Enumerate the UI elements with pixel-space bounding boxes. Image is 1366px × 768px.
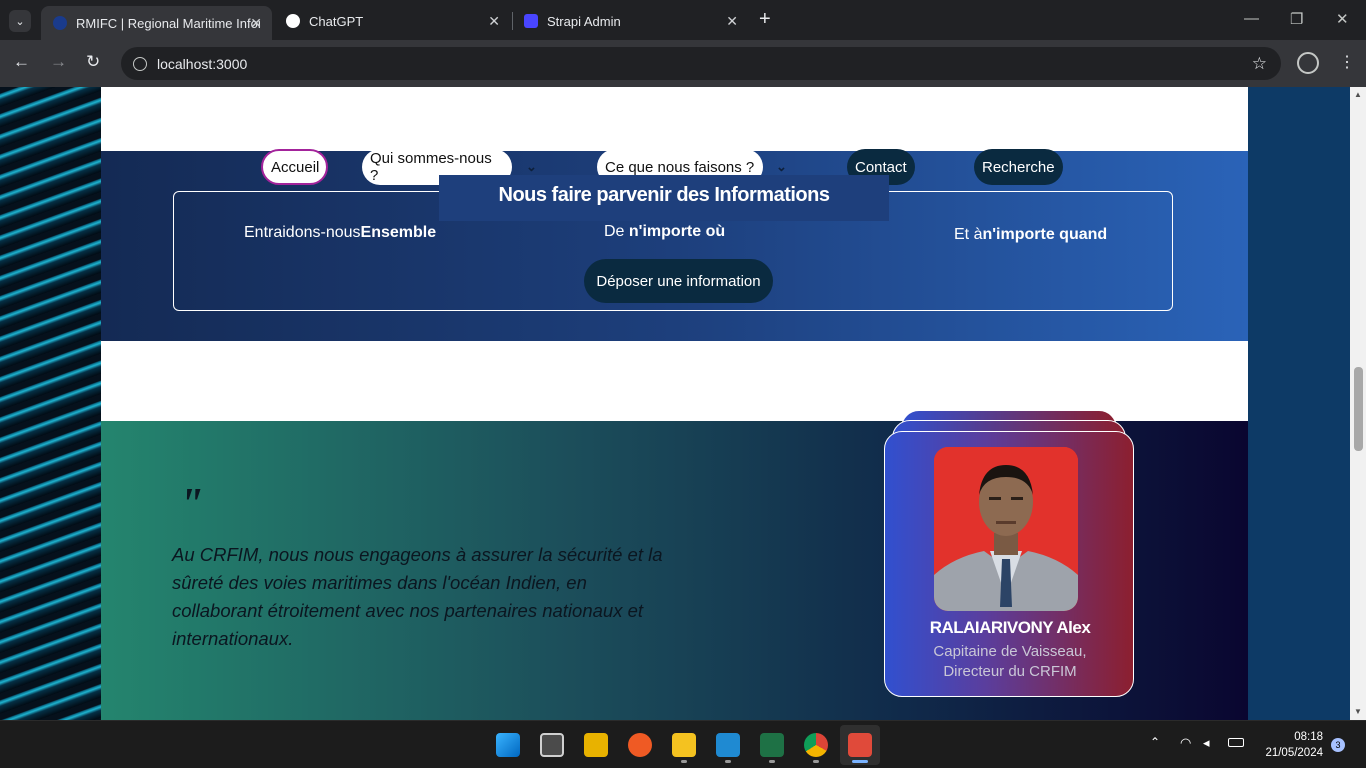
quote-section: " Au CRFIM, nous nous engageons à assure… [101, 410, 1248, 720]
chatgpt-favicon-icon [286, 14, 300, 28]
tab-rmifc[interactable]: RMIFC | Regional Maritime Infor ✕ [41, 6, 272, 40]
tagline-bold: n'importe où [628, 223, 726, 240]
chevron-up-icon[interactable]: ⌃ [1150, 735, 1160, 749]
quote-text: Au CRFIM, nous nous engageons à assurer … [172, 544, 663, 649]
portrait-image [934, 447, 1078, 611]
wifi-icon[interactable]: ◠ [1180, 735, 1191, 751]
ocean-background [0, 87, 101, 720]
running-indicator [813, 760, 819, 763]
deposer-information-button[interactable]: Déposer une information [584, 259, 773, 303]
reload-icon[interactable]: ↻ [86, 52, 100, 72]
tagline-nimporte-ou: De n'importe où [604, 223, 725, 241]
address-bar[interactable]: localhost:3000 ☆ [121, 47, 1281, 80]
page-scrollbar[interactable]: ▲ ▼ [1350, 87, 1366, 720]
close-tab-icon[interactable]: ✕ [250, 15, 262, 32]
page-content: Accueil Qui sommes-nous ? ⌄ Ce que nous … [101, 87, 1248, 720]
chevron-down-icon[interactable]: ⌄ [526, 159, 537, 175]
battery-icon[interactable] [1228, 738, 1244, 747]
browser-tab-strip: ⌄ RMIFC | Regional Maritime Infor ✕ Chat… [0, 0, 1366, 40]
tab-search-button[interactable]: ⌄ [9, 10, 31, 32]
director-card: RALAIARIVONY Alex Capitaine de Vaisseau,… [884, 431, 1134, 697]
browser-toolbar: ← → ↻ localhost:3000 ☆ ⋮ [0, 40, 1366, 87]
bookmark-star-icon[interactable]: ☆ [1252, 54, 1267, 74]
vscode-icon[interactable] [716, 733, 740, 757]
tab-title: RMIFC | Regional Maritime Infor [76, 15, 260, 31]
tagline-plain: Entraidons-nous [244, 224, 361, 241]
close-tab-icon[interactable]: ✕ [726, 13, 738, 30]
tab-chatgpt[interactable]: ChatGPT ✕ [274, 6, 510, 36]
scroll-down-icon[interactable]: ▼ [1354, 707, 1362, 716]
scroll-up-icon[interactable]: ▲ [1354, 90, 1362, 99]
postman-icon[interactable] [628, 733, 652, 757]
new-tab-button[interactable]: + [759, 8, 771, 31]
task-view-icon[interactable] [540, 733, 564, 757]
tab-title: ChatGPT [309, 13, 364, 29]
running-indicator [769, 760, 775, 763]
excel-icon[interactable] [760, 733, 784, 757]
url-text: localhost:3000 [157, 55, 248, 72]
active-indicator [852, 760, 868, 763]
tab-title: Strapi Admin [547, 13, 621, 29]
windows-start-icon[interactable] [496, 733, 520, 757]
file-explorer-icon[interactable] [672, 733, 696, 757]
site-info-icon[interactable] [133, 56, 147, 71]
quote-mark-icon: " [179, 479, 204, 528]
snipping-tool-icon[interactable] [848, 733, 872, 757]
tagline-plain: Et à [954, 226, 983, 243]
nav-recherche[interactable]: Recherche [974, 149, 1063, 185]
restore-icon[interactable]: ❐ [1290, 10, 1303, 28]
tagline-ensemble: Entraidons-nousEnsemble [244, 224, 436, 242]
taskbar: ⌃ ◠ ◂ 08:18 21/05/2024 3 [0, 720, 1366, 768]
director-photo [934, 447, 1078, 611]
volume-icon[interactable]: ◂ [1203, 735, 1210, 751]
back-icon[interactable]: ← [13, 52, 30, 72]
tagline-bold: n'importe quand [982, 226, 1108, 243]
profile-icon[interactable] [1297, 52, 1319, 74]
role-line: Capitaine de Vaisseau, [933, 643, 1087, 660]
clock-time: 08:18 [1294, 731, 1323, 743]
forward-icon[interactable]: → [50, 52, 67, 72]
right-background [1248, 87, 1354, 720]
minimize-icon[interactable]: — [1244, 10, 1259, 27]
tagline-nimporte-quand: Et àn'importe quand [954, 226, 1107, 244]
close-window-icon[interactable]: ✕ [1336, 10, 1349, 28]
page-viewport: Accueil Qui sommes-nous ? ⌄ Ce que nous … [0, 87, 1366, 720]
tagline-plain: De [604, 223, 629, 240]
strapi-favicon-icon [524, 14, 538, 28]
director-name: RALAIARIVONY Alex [929, 618, 1091, 637]
role-line: Directeur du CRFIM [943, 663, 1077, 680]
director-role: Capitaine de Vaisseau, Directeur du CRFI… [885, 642, 1135, 682]
rmifc-favicon-icon [53, 16, 67, 30]
system-clock[interactable]: 08:18 21/05/2024 [1265, 729, 1323, 761]
clock-date: 21/05/2024 [1265, 747, 1323, 759]
nav-accueil[interactable]: Accueil [261, 149, 328, 185]
info-heading: Nous faire parvenir des Informations [439, 175, 889, 221]
scrollbar-thumb[interactable] [1354, 367, 1363, 451]
chrome-icon[interactable] [804, 733, 828, 757]
menu-icon[interactable]: ⋮ [1339, 52, 1355, 72]
notification-badge[interactable]: 3 [1331, 738, 1345, 752]
running-indicator [725, 760, 731, 763]
chevron-down-icon[interactable]: ⌄ [776, 159, 787, 175]
close-tab-icon[interactable]: ✕ [488, 13, 500, 30]
search-app-icon[interactable] [584, 733, 608, 757]
running-indicator [681, 760, 687, 763]
tagline-bold: Ensemble [360, 224, 437, 241]
tab-strapi[interactable]: Strapi Admin ✕ [512, 6, 748, 36]
